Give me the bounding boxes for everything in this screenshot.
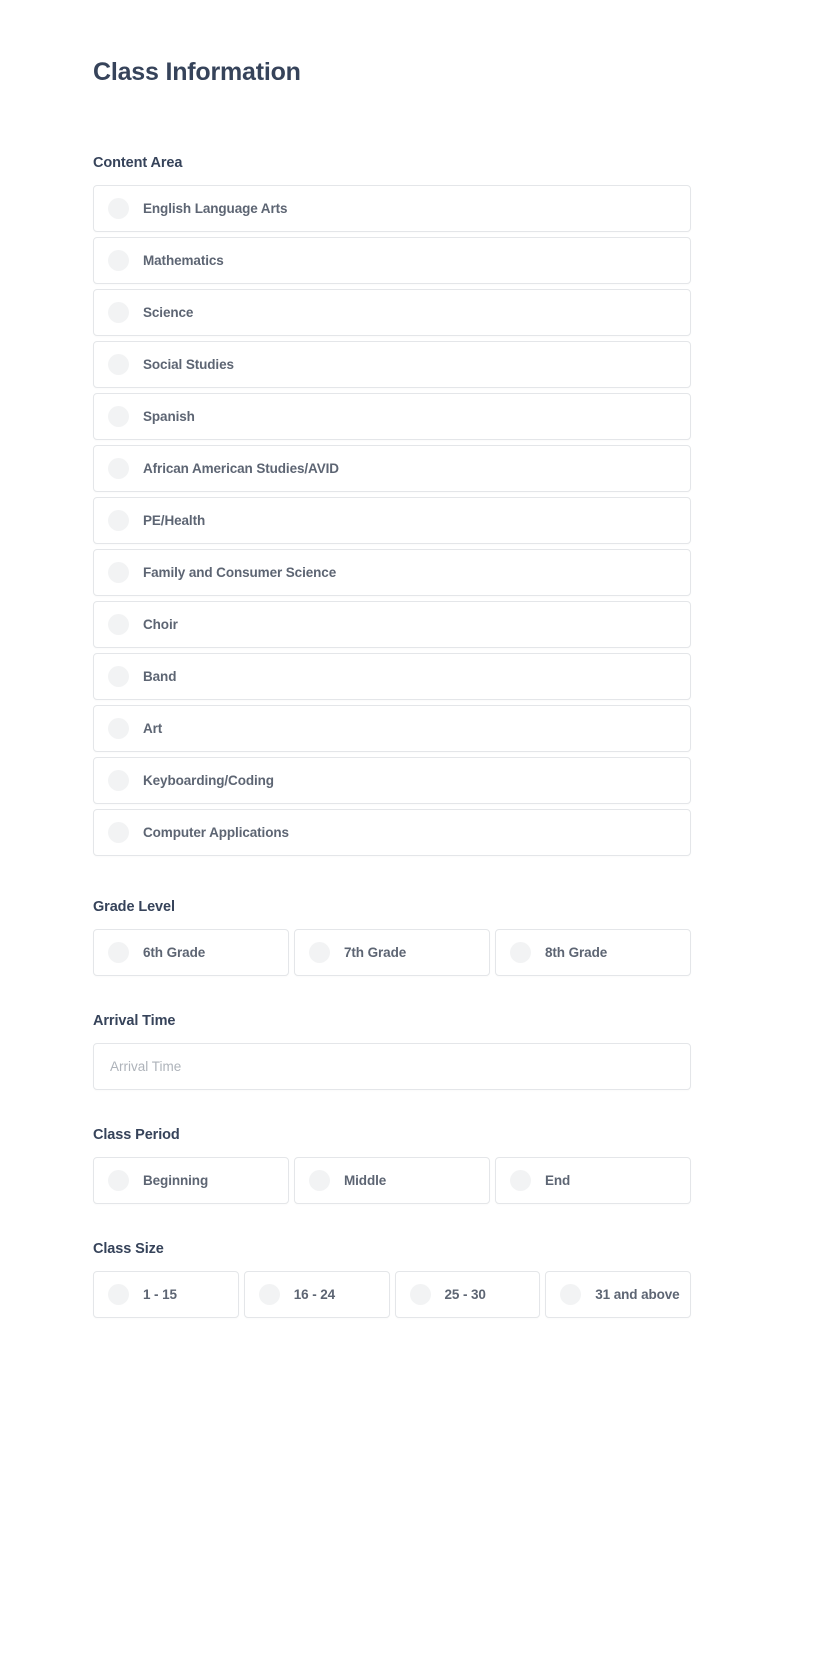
option-label: 6th Grade bbox=[143, 945, 206, 960]
radio-button-icon[interactable] bbox=[108, 302, 129, 323]
radio-button-icon[interactable] bbox=[510, 942, 531, 963]
option-label: 25 - 30 bbox=[444, 1287, 486, 1302]
option-label: Computer Applications bbox=[143, 825, 289, 840]
option-mathematics[interactable]: Mathematics bbox=[93, 237, 691, 284]
grade-level-options: 6th Grade 7th Grade 8th Grade bbox=[93, 929, 691, 976]
radio-button-icon[interactable] bbox=[108, 718, 129, 739]
class-size-options: 1 - 15 16 - 24 25 - 30 31 and above bbox=[93, 1271, 691, 1318]
radio-button-icon[interactable] bbox=[108, 354, 129, 375]
option-label: Science bbox=[143, 305, 194, 320]
option-label: 31 and above bbox=[595, 1287, 680, 1302]
option-label: End bbox=[545, 1173, 571, 1188]
radio-button-icon[interactable] bbox=[108, 250, 129, 271]
radio-button-icon[interactable] bbox=[108, 770, 129, 791]
form-content: Class Information Content Area English L… bbox=[93, 0, 691, 1318]
radio-button-icon[interactable] bbox=[108, 1170, 129, 1191]
content-area-options: English Language Arts Mathematics Scienc… bbox=[93, 185, 691, 856]
radio-button-icon[interactable] bbox=[108, 510, 129, 531]
option-end[interactable]: End bbox=[495, 1157, 691, 1204]
radio-button-icon[interactable] bbox=[108, 666, 129, 687]
option-label: 7th Grade bbox=[344, 945, 407, 960]
option-keyboarding-coding[interactable]: Keyboarding/Coding bbox=[93, 757, 691, 804]
radio-button-icon[interactable] bbox=[108, 942, 129, 963]
section-arrival-time: Arrival Time bbox=[93, 1013, 691, 1090]
option-computer-applications[interactable]: Computer Applications bbox=[93, 809, 691, 856]
radio-button-icon[interactable] bbox=[409, 1284, 431, 1305]
option-label: Keyboarding/Coding bbox=[143, 773, 274, 788]
radio-button-icon[interactable] bbox=[108, 406, 129, 427]
section-grade-level: Grade Level 6th Grade 7th Grade 8th Grad… bbox=[93, 899, 691, 976]
radio-button-icon[interactable] bbox=[108, 458, 129, 479]
class-period-label: Class Period bbox=[93, 1127, 180, 1143]
form-page: Class Information Content Area English L… bbox=[0, 0, 840, 1680]
option-art[interactable]: Art bbox=[93, 705, 691, 752]
option-label: 16 - 24 bbox=[293, 1287, 336, 1302]
option-25-30[interactable]: 25 - 30 bbox=[394, 1271, 541, 1318]
arrival-time-input[interactable] bbox=[93, 1043, 691, 1090]
option-family-and-consumer-science[interactable]: Family and Consumer Science bbox=[93, 549, 691, 596]
option-label: Beginning bbox=[143, 1173, 209, 1188]
option-label: 8th Grade bbox=[545, 945, 608, 960]
option-band[interactable]: Band bbox=[93, 653, 691, 700]
radio-button-icon[interactable] bbox=[309, 1170, 330, 1191]
option-label: English Language Arts bbox=[143, 201, 288, 216]
option-31-and-above[interactable]: 31 and above bbox=[545, 1271, 691, 1318]
option-label: Family and Consumer Science bbox=[143, 565, 337, 580]
option-pe-health[interactable]: PE/Health bbox=[93, 497, 691, 544]
option-label: African American Studies/AVID bbox=[143, 461, 339, 476]
content-area-label: Content Area bbox=[93, 155, 183, 171]
class-period-options: Beginning Middle End bbox=[93, 1157, 691, 1204]
option-social-studies[interactable]: Social Studies bbox=[93, 341, 691, 388]
option-middle[interactable]: Middle bbox=[294, 1157, 490, 1204]
option-label: Mathematics bbox=[143, 253, 224, 268]
option-label: Social Studies bbox=[143, 357, 234, 372]
option-label: Art bbox=[143, 721, 163, 736]
option-spanish[interactable]: Spanish bbox=[93, 393, 691, 440]
page-title: Class Information bbox=[93, 58, 301, 86]
section-content-area: Content Area English Language Arts Mathe… bbox=[93, 155, 691, 856]
option-label: 1 - 15 bbox=[143, 1287, 177, 1302]
class-size-label: Class Size bbox=[93, 1241, 164, 1257]
option-label: Choir bbox=[143, 617, 178, 632]
option-1-15[interactable]: 1 - 15 bbox=[93, 1271, 239, 1318]
option-english-language-arts[interactable]: English Language Arts bbox=[93, 185, 691, 232]
arrival-time-label: Arrival Time bbox=[93, 1013, 176, 1029]
option-choir[interactable]: Choir bbox=[93, 601, 691, 648]
option-8th-grade[interactable]: 8th Grade bbox=[495, 929, 691, 976]
option-16-24[interactable]: 16 - 24 bbox=[243, 1271, 390, 1318]
option-science[interactable]: Science bbox=[93, 289, 691, 336]
option-label: Middle bbox=[344, 1173, 387, 1188]
option-label: PE/Health bbox=[143, 513, 206, 528]
radio-button-icon[interactable] bbox=[510, 1170, 531, 1191]
radio-button-icon[interactable] bbox=[560, 1284, 582, 1305]
option-label: Spanish bbox=[143, 409, 195, 424]
section-class-size: Class Size 1 - 15 16 - 24 25 - 30 31 and… bbox=[93, 1241, 691, 1318]
radio-button-icon[interactable] bbox=[108, 1284, 129, 1305]
radio-button-icon[interactable] bbox=[258, 1284, 280, 1305]
radio-button-icon[interactable] bbox=[108, 198, 129, 219]
radio-button-icon[interactable] bbox=[108, 614, 129, 635]
grade-level-label: Grade Level bbox=[93, 899, 175, 915]
option-label: Band bbox=[143, 669, 177, 684]
radio-button-icon[interactable] bbox=[108, 822, 129, 843]
option-7th-grade[interactable]: 7th Grade bbox=[294, 929, 490, 976]
option-african-american-studies-avid[interactable]: African American Studies/AVID bbox=[93, 445, 691, 492]
option-6th-grade[interactable]: 6th Grade bbox=[93, 929, 289, 976]
radio-button-icon[interactable] bbox=[108, 562, 129, 583]
section-class-period: Class Period Beginning Middle End bbox=[93, 1127, 691, 1204]
option-beginning[interactable]: Beginning bbox=[93, 1157, 289, 1204]
radio-button-icon[interactable] bbox=[309, 942, 330, 963]
